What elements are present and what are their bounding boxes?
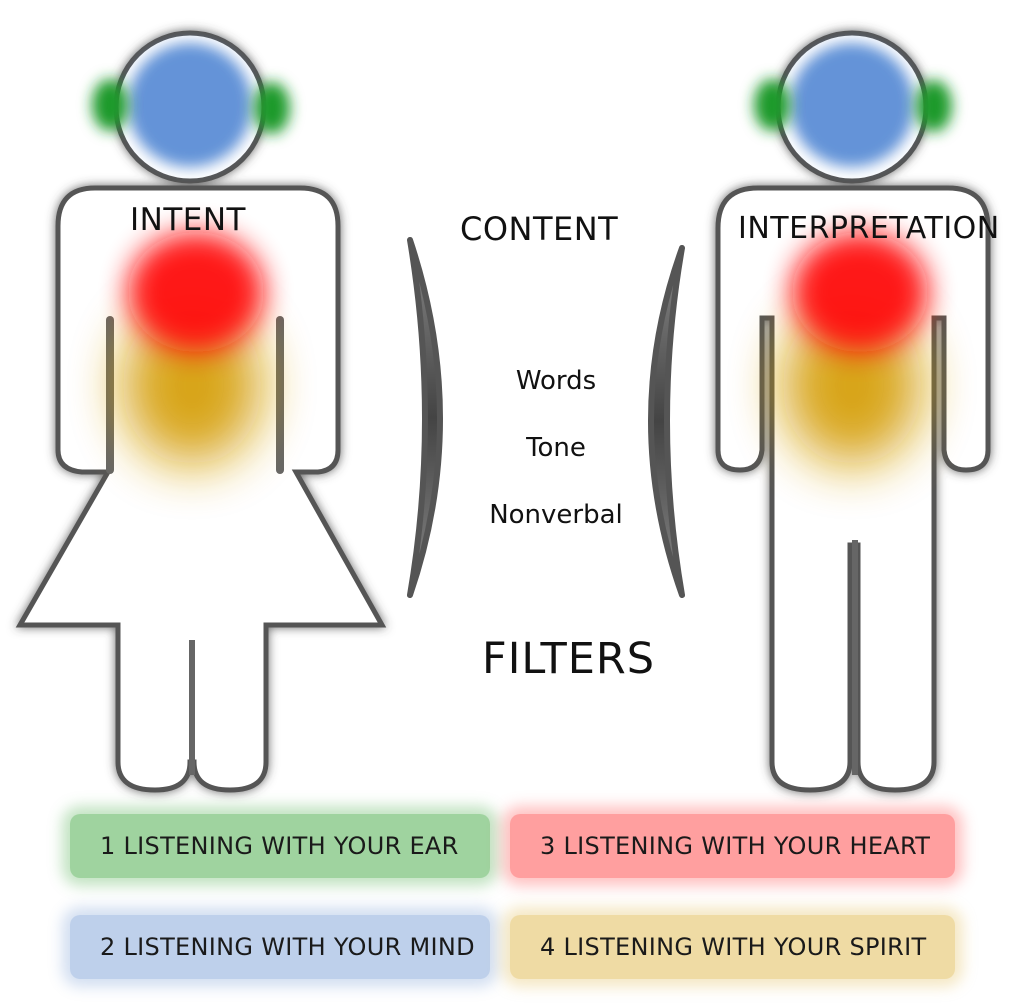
- woman-heart-glow: [128, 232, 264, 352]
- right-bracket: [648, 245, 685, 598]
- legend-ear-label: 1 LISTENING WITH YOUR EAR: [100, 832, 459, 860]
- left-bracket: [407, 237, 443, 598]
- legend-heart-label: 3 LISTENING WITH YOUR HEART: [540, 832, 931, 860]
- woman-figure: [15, 30, 387, 793]
- content-item-words: Words: [515, 366, 597, 396]
- content-title: CONTENT: [460, 210, 619, 248]
- content-item-nonverbal: Nonverbal: [489, 500, 623, 530]
- content-item-tone: Tone: [526, 433, 586, 463]
- legend-spirit-label: 4 LISTENING WITH YOUR SPIRIT: [540, 933, 927, 961]
- man-right-ear-glow: [916, 80, 952, 132]
- filters-title: FILTERS: [482, 634, 656, 684]
- man-mind-glow: [790, 43, 914, 167]
- woman-right-ear-glow: [254, 82, 290, 134]
- woman-mind-glow: [128, 43, 252, 167]
- man-left-ear-glow: [754, 79, 790, 131]
- legend-ear: 1 LISTENING WITH YOUR EAR: [70, 814, 490, 878]
- legend-mind-label: 2 LISTENING WITH YOUR MIND: [100, 933, 475, 961]
- legend-spirit: 4 LISTENING WITH YOUR SPIRIT: [510, 915, 955, 979]
- woman-left-ear-glow: [92, 79, 128, 131]
- intent-label: INTENT: [130, 202, 246, 238]
- man-figure: [715, 30, 991, 793]
- legend-heart: 3 LISTENING WITH YOUR HEART: [510, 814, 955, 878]
- interpretation-label: INTERPRETATION: [738, 211, 1000, 246]
- legend-mind: 2 LISTENING WITH YOUR MIND: [70, 915, 490, 979]
- man-heart-glow: [792, 232, 928, 352]
